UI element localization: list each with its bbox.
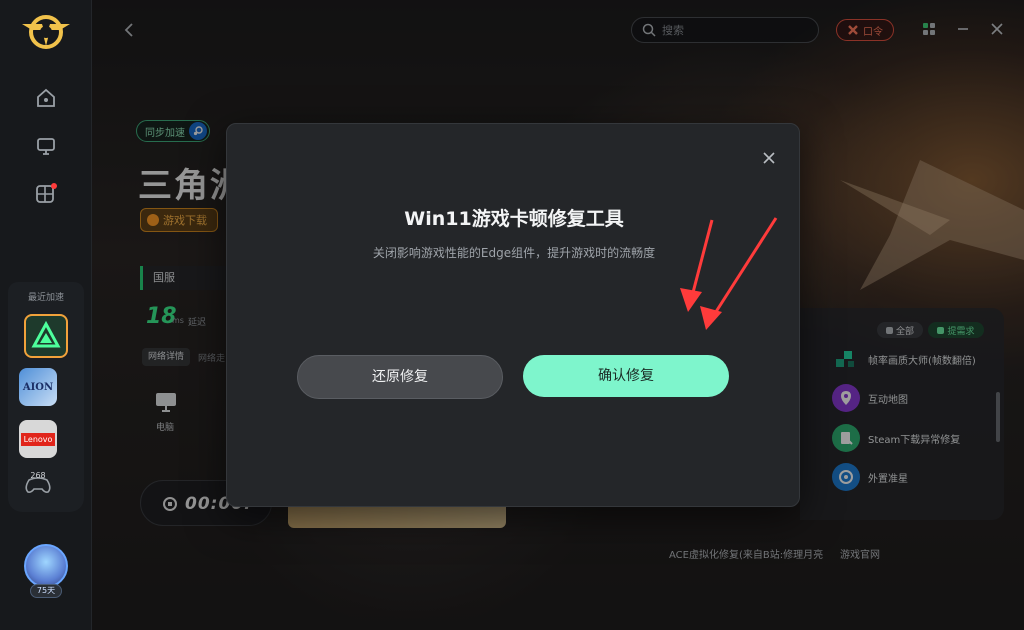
apps-grid-icon xyxy=(36,183,57,203)
lenovo-game-label: Lenovo xyxy=(20,432,56,446)
dialog-close-icon[interactable] xyxy=(761,150,777,166)
monitor-icon xyxy=(37,138,55,155)
home-button[interactable] xyxy=(32,84,60,112)
game-268-label: 268 xyxy=(30,471,46,480)
recent-game-268[interactable]: 268 xyxy=(19,470,57,498)
delta-game-icon xyxy=(31,321,61,348)
recent-games-label: 最近加速 xyxy=(27,293,64,303)
app-logo-icon[interactable] xyxy=(20,12,72,52)
restore-fix-button[interactable]: 还原修复 xyxy=(297,355,503,399)
user-avatar[interactable] xyxy=(24,544,68,588)
recent-game-aion[interactable]: AION xyxy=(19,368,57,406)
left-sidebar: 最近加速 AION Lenovo 268 75天 xyxy=(0,0,92,630)
membership-days-badge: 75天 xyxy=(30,584,62,598)
recent-game-delta[interactable] xyxy=(24,314,68,358)
apps-button[interactable] xyxy=(32,180,60,208)
home-icon xyxy=(37,88,55,107)
aion-game-label: AION xyxy=(22,381,54,393)
monitor-button[interactable] xyxy=(32,132,60,160)
recent-game-lenovo[interactable]: Lenovo xyxy=(19,420,57,458)
confirm-fix-button[interactable]: 确认修复 xyxy=(523,355,729,397)
annotation-arrows-icon xyxy=(680,217,778,330)
